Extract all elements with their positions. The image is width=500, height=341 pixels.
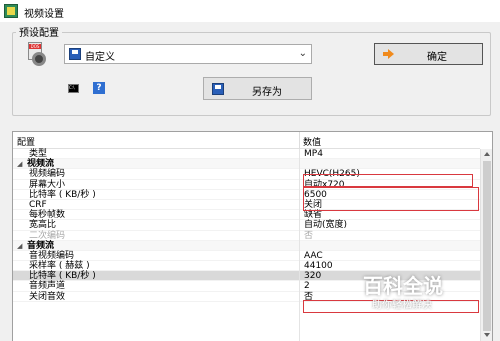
column-header-name: 配置 xyxy=(17,138,36,148)
save-as-button[interactable]: 另存为 xyxy=(203,77,312,100)
property-value[interactable]: 自动(宽度) xyxy=(304,220,347,230)
property-name: 采样率 ( 赫兹 ) xyxy=(29,261,90,272)
property-row[interactable]: 音视频编码 AAC xyxy=(13,250,480,262)
property-value[interactable]: 否 xyxy=(304,231,313,241)
property-name: 类型 xyxy=(29,149,48,159)
scroll-thumb[interactable] xyxy=(483,161,491,331)
property-value[interactable]: 缺省 xyxy=(304,210,322,220)
command-prompt-icon[interactable] xyxy=(68,84,79,93)
property-value[interactable]: MP4 xyxy=(304,149,323,159)
dos-settings-icon xyxy=(26,42,48,68)
property-name: 宽高比 xyxy=(29,220,57,231)
chevron-down-icon[interactable]: ⌄ xyxy=(299,48,307,59)
highlight-box-size-bitrate xyxy=(303,187,479,211)
property-name: 关闭音效 xyxy=(29,291,66,302)
window-title: 视频设置 xyxy=(24,9,64,20)
preset-select[interactable]: 自定义 ⌄ xyxy=(64,44,312,64)
property-row[interactable]: 二次编码 否 xyxy=(13,231,480,241)
arrow-right-icon xyxy=(383,49,394,59)
property-row[interactable]: 宽高比 自动(宽度) xyxy=(13,220,480,231)
category-row[interactable]: ◢ 音频流 xyxy=(13,240,480,251)
preset-group-label: 预设配置 xyxy=(16,24,62,39)
title-bar: 视频设置 xyxy=(0,0,500,22)
property-name: 音频流 xyxy=(27,240,55,251)
property-name: 音频声道 xyxy=(29,281,66,292)
property-value[interactable]: AAC xyxy=(304,251,323,261)
ok-button-label: 确定 xyxy=(427,52,447,63)
property-name: CRF xyxy=(29,199,47,210)
property-row[interactable]: 每秒帧数 缺省 xyxy=(13,210,480,221)
property-name: 屏幕大小 xyxy=(29,179,66,190)
property-name: 二次编码 xyxy=(29,230,66,241)
collapse-icon[interactable]: ◢ xyxy=(17,159,22,169)
collapse-icon[interactable]: ◢ xyxy=(17,241,22,251)
property-name: 每秒帧数 xyxy=(29,210,66,221)
scroll-up-icon[interactable] xyxy=(484,152,490,156)
property-row[interactable]: 类型 MP4 xyxy=(13,149,480,160)
floppy-icon xyxy=(212,83,224,95)
floppy-icon xyxy=(69,48,81,60)
property-name: 视频流 xyxy=(27,159,55,170)
property-value[interactable]: 44100 xyxy=(304,261,333,271)
scroll-down-icon[interactable] xyxy=(484,333,490,337)
property-name: 音视频编码 xyxy=(29,250,75,261)
preset-select-value: 自定义 xyxy=(85,52,115,63)
category-row[interactable]: ◢ 视频流 xyxy=(13,159,480,170)
save-as-button-label: 另存为 xyxy=(252,87,282,98)
watermark-title: 百科全说 xyxy=(363,274,443,298)
property-value[interactable]: 2 xyxy=(304,281,310,291)
ok-button[interactable]: 确定 xyxy=(374,43,483,65)
property-name: 视频编码 xyxy=(29,169,66,180)
property-value[interactable]: 320 xyxy=(304,271,321,281)
vertical-scrollbar[interactable] xyxy=(480,149,492,341)
help-icon[interactable]: ? xyxy=(93,82,105,94)
app-icon xyxy=(4,4,18,18)
property-name: 比特率 ( KB/秒 ) xyxy=(29,189,96,200)
grid-header: 配置 数值 xyxy=(13,132,480,149)
highlight-box-video-codec xyxy=(303,174,473,187)
watermark-subtitle: 助你轻松解决 xyxy=(372,300,432,311)
property-name: 比特率 ( KB/秒 ) xyxy=(29,271,96,282)
column-header-value: 数值 xyxy=(303,138,322,148)
